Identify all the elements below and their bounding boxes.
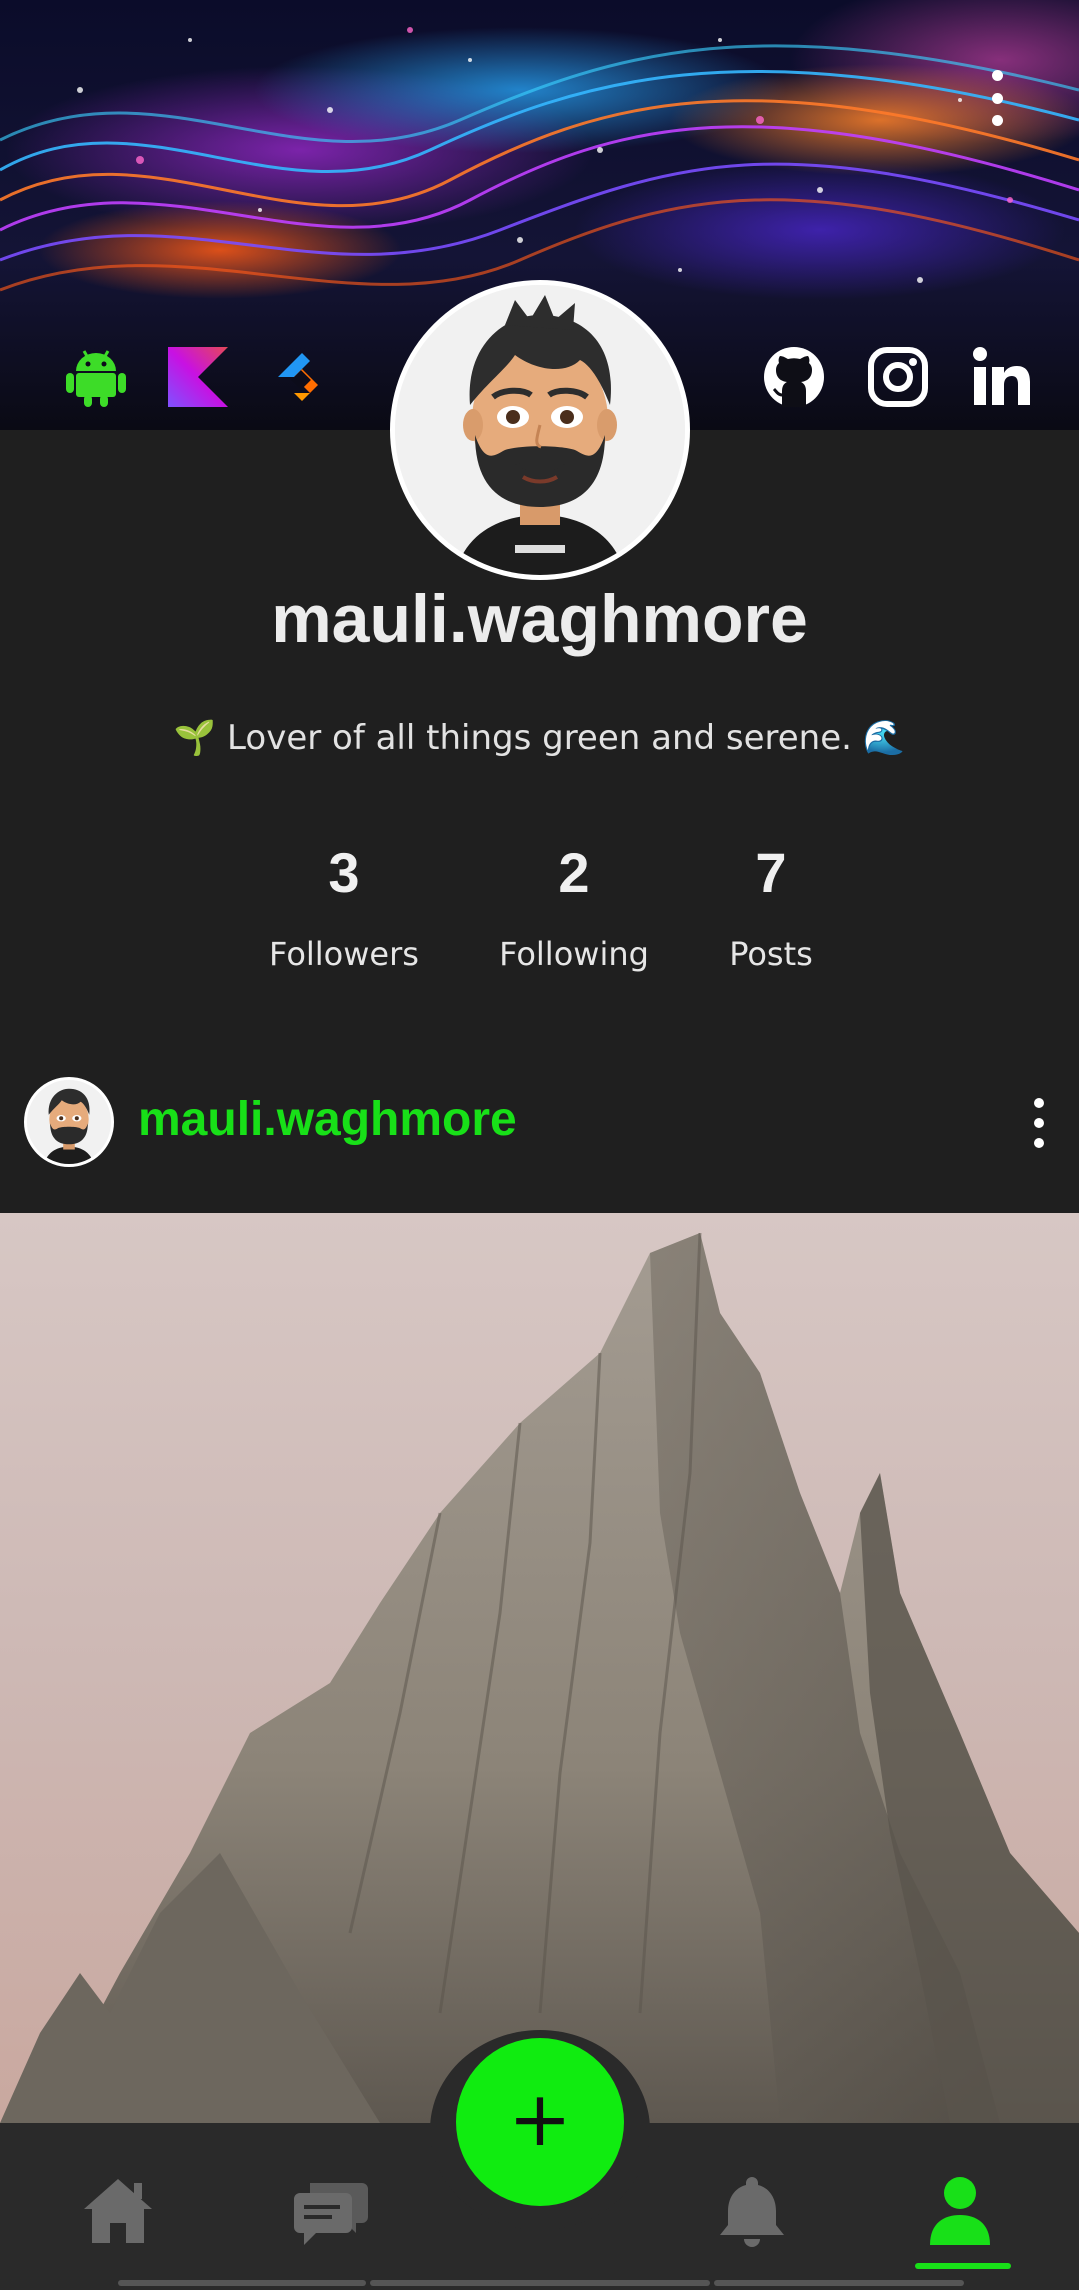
profile-avatar[interactable] — [390, 280, 690, 580]
post-image[interactable] — [0, 1213, 1079, 2123]
dot — [991, 70, 1003, 81]
stat-label: Followers — [269, 935, 419, 973]
github-icon[interactable] — [762, 345, 826, 409]
post-author-username[interactable]: mauli.waghmore — [138, 1092, 517, 1147]
profile-bio: 🌱 Lover of all things green and serene. … — [173, 718, 906, 758]
stat-label: Posts — [729, 935, 813, 973]
avatar-illustration — [395, 285, 685, 575]
stat-followers[interactable]: 3 Followers — [234, 840, 454, 973]
post-header: mauli.waghmore — [0, 1060, 1079, 1210]
dot — [991, 92, 1003, 104]
post-more-options-button[interactable] — [1029, 1098, 1049, 1148]
stat-posts[interactable]: 7 Posts — [661, 840, 881, 973]
avatar-illustration — [27, 1080, 111, 1164]
stat-following[interactable]: 2 Following — [464, 840, 684, 973]
cover-more-options-button[interactable] — [985, 70, 1009, 126]
stat-value: 3 — [328, 841, 360, 904]
jetpack-compose-icon — [278, 353, 318, 401]
dot — [1034, 1098, 1044, 1108]
create-post-button[interactable]: + — [456, 2038, 624, 2206]
home-icon[interactable] — [78, 2171, 158, 2251]
notifications-bell-icon[interactable] — [712, 2171, 792, 2251]
profile-icon[interactable] — [920, 2171, 1000, 2251]
chat-icon[interactable] — [290, 2171, 370, 2251]
android-icon — [66, 350, 126, 407]
stat-label: Following — [499, 935, 649, 973]
instagram-icon[interactable] — [866, 345, 930, 409]
plus-icon: + — [508, 2074, 572, 2163]
mountain-peak-photo — [0, 1232, 1079, 2123]
stat-value: 2 — [558, 841, 590, 904]
active-tab-indicator — [915, 2263, 1011, 2269]
dot — [991, 115, 1003, 126]
profile-username: mauli.waghmore — [271, 581, 808, 657]
stat-value: 7 — [755, 841, 787, 904]
linkedin-icon[interactable] — [970, 345, 1034, 409]
dot — [1034, 1138, 1044, 1148]
gesture-bar-segment — [714, 2280, 964, 2286]
dot — [1034, 1118, 1044, 1128]
gesture-bar-segment — [118, 2280, 366, 2286]
gesture-bar-segment — [370, 2280, 710, 2286]
kotlin-icon — [168, 347, 228, 407]
post-author-avatar[interactable] — [24, 1077, 114, 1167]
